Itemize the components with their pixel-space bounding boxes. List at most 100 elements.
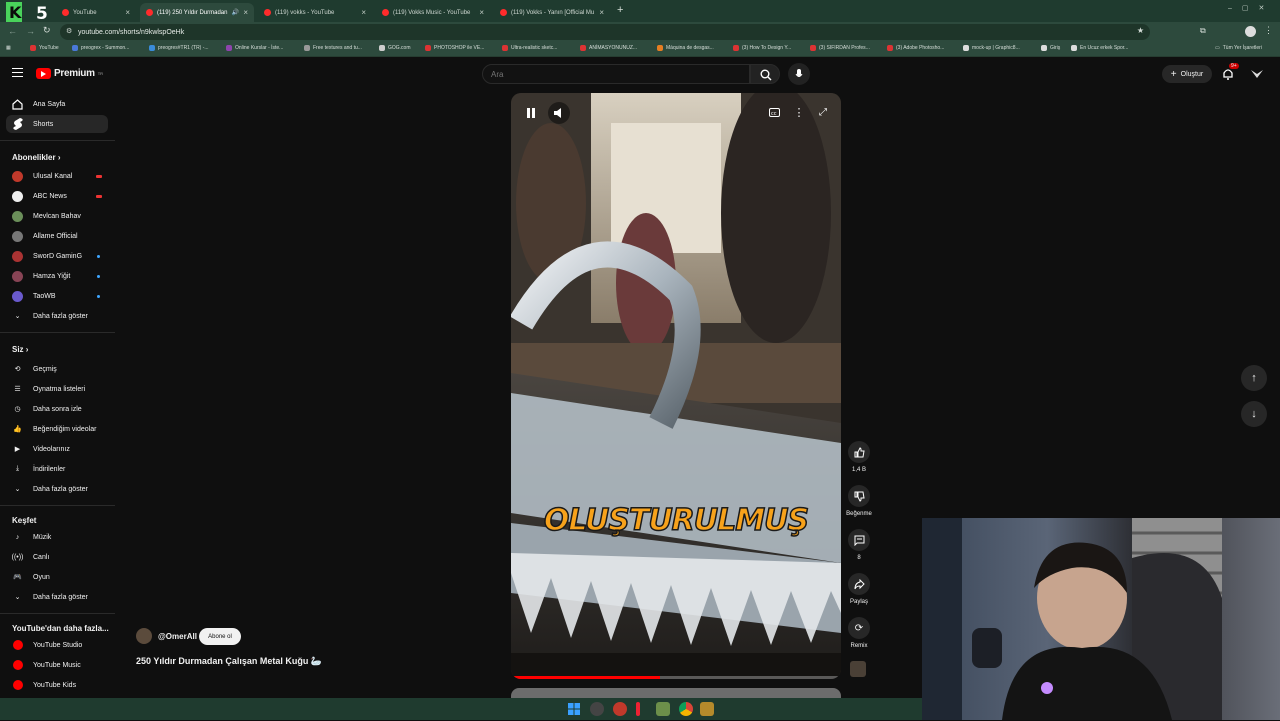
- sidebar-item-liked-videos[interactable]: 👍 Beğendiğim videolar: [6, 420, 108, 438]
- taskbar-app-icon[interactable]: [613, 702, 627, 716]
- channel-name[interactable]: @OmerAll: [158, 632, 197, 641]
- captions-button[interactable]: cc: [767, 105, 781, 119]
- like-button[interactable]: 1,4 B: [845, 441, 873, 473]
- reload-icon[interactable]: ↻: [43, 25, 51, 36]
- bookmark[interactable]: Giriş: [1041, 45, 1060, 51]
- search-input[interactable]: [482, 64, 750, 84]
- sidebar-item-youtube-music[interactable]: YouTube Music: [6, 656, 108, 674]
- sidebar-item-subscription[interactable]: Hamza Yiğit: [6, 267, 108, 285]
- sidebar-item-subscription[interactable]: SworD GaminG: [6, 247, 108, 265]
- close-tab-icon[interactable]: ×: [125, 8, 130, 17]
- channel-avatar[interactable]: [136, 628, 152, 644]
- taskbar-app-icon[interactable]: [700, 702, 714, 716]
- profile-icon[interactable]: [1245, 26, 1256, 37]
- hamburger-menu-icon[interactable]: [12, 68, 23, 77]
- next-short-button[interactable]: ↓: [1241, 401, 1267, 427]
- dislike-button[interactable]: Beğenme: [845, 485, 873, 517]
- sound-thumbnail[interactable]: [850, 661, 866, 677]
- bookmark[interactable]: (3) SIFIRDAN Profes...: [810, 45, 870, 51]
- bookmark[interactable]: ANİMASYONUNUZ...: [580, 45, 637, 51]
- remix-button[interactable]: ⟳ Remix: [845, 617, 873, 649]
- bookmark[interactable]: Free textures and tu...: [304, 45, 362, 51]
- show-more-explore[interactable]: ⌄ Daha fazla göster: [6, 588, 108, 606]
- taskbar-app-icon[interactable]: [636, 702, 640, 716]
- extensions-icon[interactable]: ⧉: [1200, 26, 1206, 36]
- bookmark[interactable]: Online Kurslar - İste...: [226, 45, 283, 51]
- close-tab-icon[interactable]: ×: [599, 8, 604, 17]
- new-tab-button[interactable]: +: [617, 4, 623, 16]
- sidebar-item-shorts[interactable]: Shorts: [6, 115, 108, 133]
- avatar[interactable]: [1250, 67, 1264, 81]
- sidebar-item-subscription[interactable]: Allame Official: [6, 227, 108, 245]
- bookmark[interactable]: En Ucuz erkek Spor...: [1071, 45, 1128, 51]
- sidebar-item-your-videos[interactable]: ▶ Videolarınız: [6, 440, 108, 458]
- subscriptions-heading[interactable]: Abonelikler ›: [12, 153, 60, 162]
- windows-start-icon[interactable]: [567, 702, 581, 716]
- taskbar-app-icon[interactable]: [590, 702, 604, 716]
- progress-bar[interactable]: [511, 676, 841, 679]
- sidebar-item-history[interactable]: ⟲ Geçmiş: [6, 360, 108, 378]
- close-tab-icon[interactable]: ×: [243, 8, 248, 17]
- sidebar-item-gaming[interactable]: 🎮 Oyun: [6, 568, 108, 586]
- bookmark[interactable]: (3) Adobe Photosho...: [887, 45, 944, 51]
- bookmark[interactable]: YouTube: [30, 45, 59, 51]
- browser-tab[interactable]: (119) vokks - YouTube ×: [258, 3, 372, 22]
- show-more-subscriptions[interactable]: ⌄ Daha fazla göster: [6, 307, 108, 325]
- previous-short-button[interactable]: ↑: [1241, 365, 1267, 391]
- back-icon[interactable]: ←: [8, 26, 17, 36]
- window-controls[interactable]: –▢✕: [1228, 4, 1274, 12]
- browser-tab[interactable]: (119) Vokks Music - YouTube ×: [376, 3, 490, 22]
- more-options-button[interactable]: ⋮: [793, 105, 805, 119]
- chrome-icon[interactable]: [679, 702, 693, 716]
- fullscreen-button[interactable]: ⤢: [816, 105, 830, 119]
- bookmark[interactable]: Máquina de desgas...: [657, 45, 714, 51]
- all-bookmarks[interactable]: ▭ Tüm Yer İşaretleri: [1215, 45, 1262, 51]
- notifications-button[interactable]: 9+: [1222, 63, 1239, 85]
- browser-tab-active[interactable]: (119) 250 Yıldır Durmadan 🔊 ×: [140, 3, 254, 22]
- bookmark[interactable]: (3) How To Design Y...: [733, 45, 791, 51]
- bookmark[interactable]: PHOTOSHOP ile VE...: [425, 45, 484, 51]
- apps-icon[interactable]: ▦: [6, 45, 11, 51]
- bookmark[interactable]: preogrex - Summon...: [72, 45, 129, 51]
- bookmark[interactable]: mock-up | Graphic8...: [963, 45, 1020, 51]
- url-bar[interactable]: ⚙ youtube.com/shorts/n9kwlspOeHk ★: [60, 24, 1150, 40]
- cast-icon[interactable]: ★: [1137, 26, 1144, 35]
- sidebar-item-music[interactable]: ♪ Müzik: [6, 528, 108, 546]
- site-info-icon[interactable]: ⚙: [66, 27, 72, 35]
- volume-button[interactable]: [548, 102, 570, 124]
- youtube-logo[interactable]: Premium TR: [36, 68, 103, 79]
- notification-badge: 9+: [1229, 63, 1239, 69]
- subscribe-button[interactable]: Abone ol: [199, 628, 241, 645]
- taskbar-app-icon[interactable]: [656, 702, 670, 716]
- sidebar-item-downloads[interactable]: ⤓ İndirilenler: [6, 460, 108, 478]
- sidebar-item-home[interactable]: Ana Sayfa: [6, 95, 108, 113]
- sidebar-item-subscription[interactable]: ABC News: [6, 187, 108, 205]
- sidebar-item-subscription[interactable]: Ulusal Kanal: [6, 167, 108, 185]
- pause-button[interactable]: [521, 103, 541, 123]
- next-short-preview[interactable]: [511, 688, 841, 698]
- sidebar-item-watch-later[interactable]: ◷ Daha sonra izle: [6, 400, 108, 418]
- menu-icon[interactable]: ⋮: [1264, 25, 1273, 36]
- sidebar-item-subscription[interactable]: Mevlcan Bahav: [6, 207, 108, 225]
- you-heading[interactable]: Siz ›: [12, 345, 28, 354]
- bookmark[interactable]: Ultra-realistic sketc...: [502, 45, 557, 51]
- short-video-player[interactable]: OLUŞTURULMUŞ cc ⋮ ⤢: [511, 93, 841, 679]
- show-more-you[interactable]: ⌄ Daha fazla göster: [6, 480, 108, 498]
- close-tab-icon[interactable]: ×: [361, 8, 366, 17]
- comments-button[interactable]: 8: [845, 529, 873, 561]
- browser-tab[interactable]: (119) Vokks - Yanın [Official Mu ×: [494, 3, 610, 22]
- voice-search-button[interactable]: [788, 63, 810, 85]
- share-button[interactable]: Paylaş: [845, 573, 873, 605]
- bookmark[interactable]: GOG.com: [379, 45, 411, 51]
- create-button[interactable]: + Oluştur: [1162, 65, 1212, 83]
- search-button[interactable]: [750, 64, 780, 84]
- browser-tab[interactable]: YouTube ×: [56, 3, 136, 22]
- sidebar-item-live[interactable]: ((•)) Canlı: [6, 548, 108, 566]
- forward-icon[interactable]: →: [26, 26, 35, 36]
- close-tab-icon[interactable]: ×: [479, 8, 484, 17]
- sidebar-item-subscription[interactable]: TaoWB: [6, 287, 108, 305]
- sidebar-item-playlists[interactable]: ☰ Oynatma listeleri: [6, 380, 108, 398]
- sidebar-item-youtube-kids[interactable]: YouTube Kids: [6, 676, 108, 694]
- sidebar-item-youtube-studio[interactable]: YouTube Studio: [6, 636, 108, 654]
- bookmark[interactable]: preogres#TR1 (TR) -...: [149, 45, 209, 51]
